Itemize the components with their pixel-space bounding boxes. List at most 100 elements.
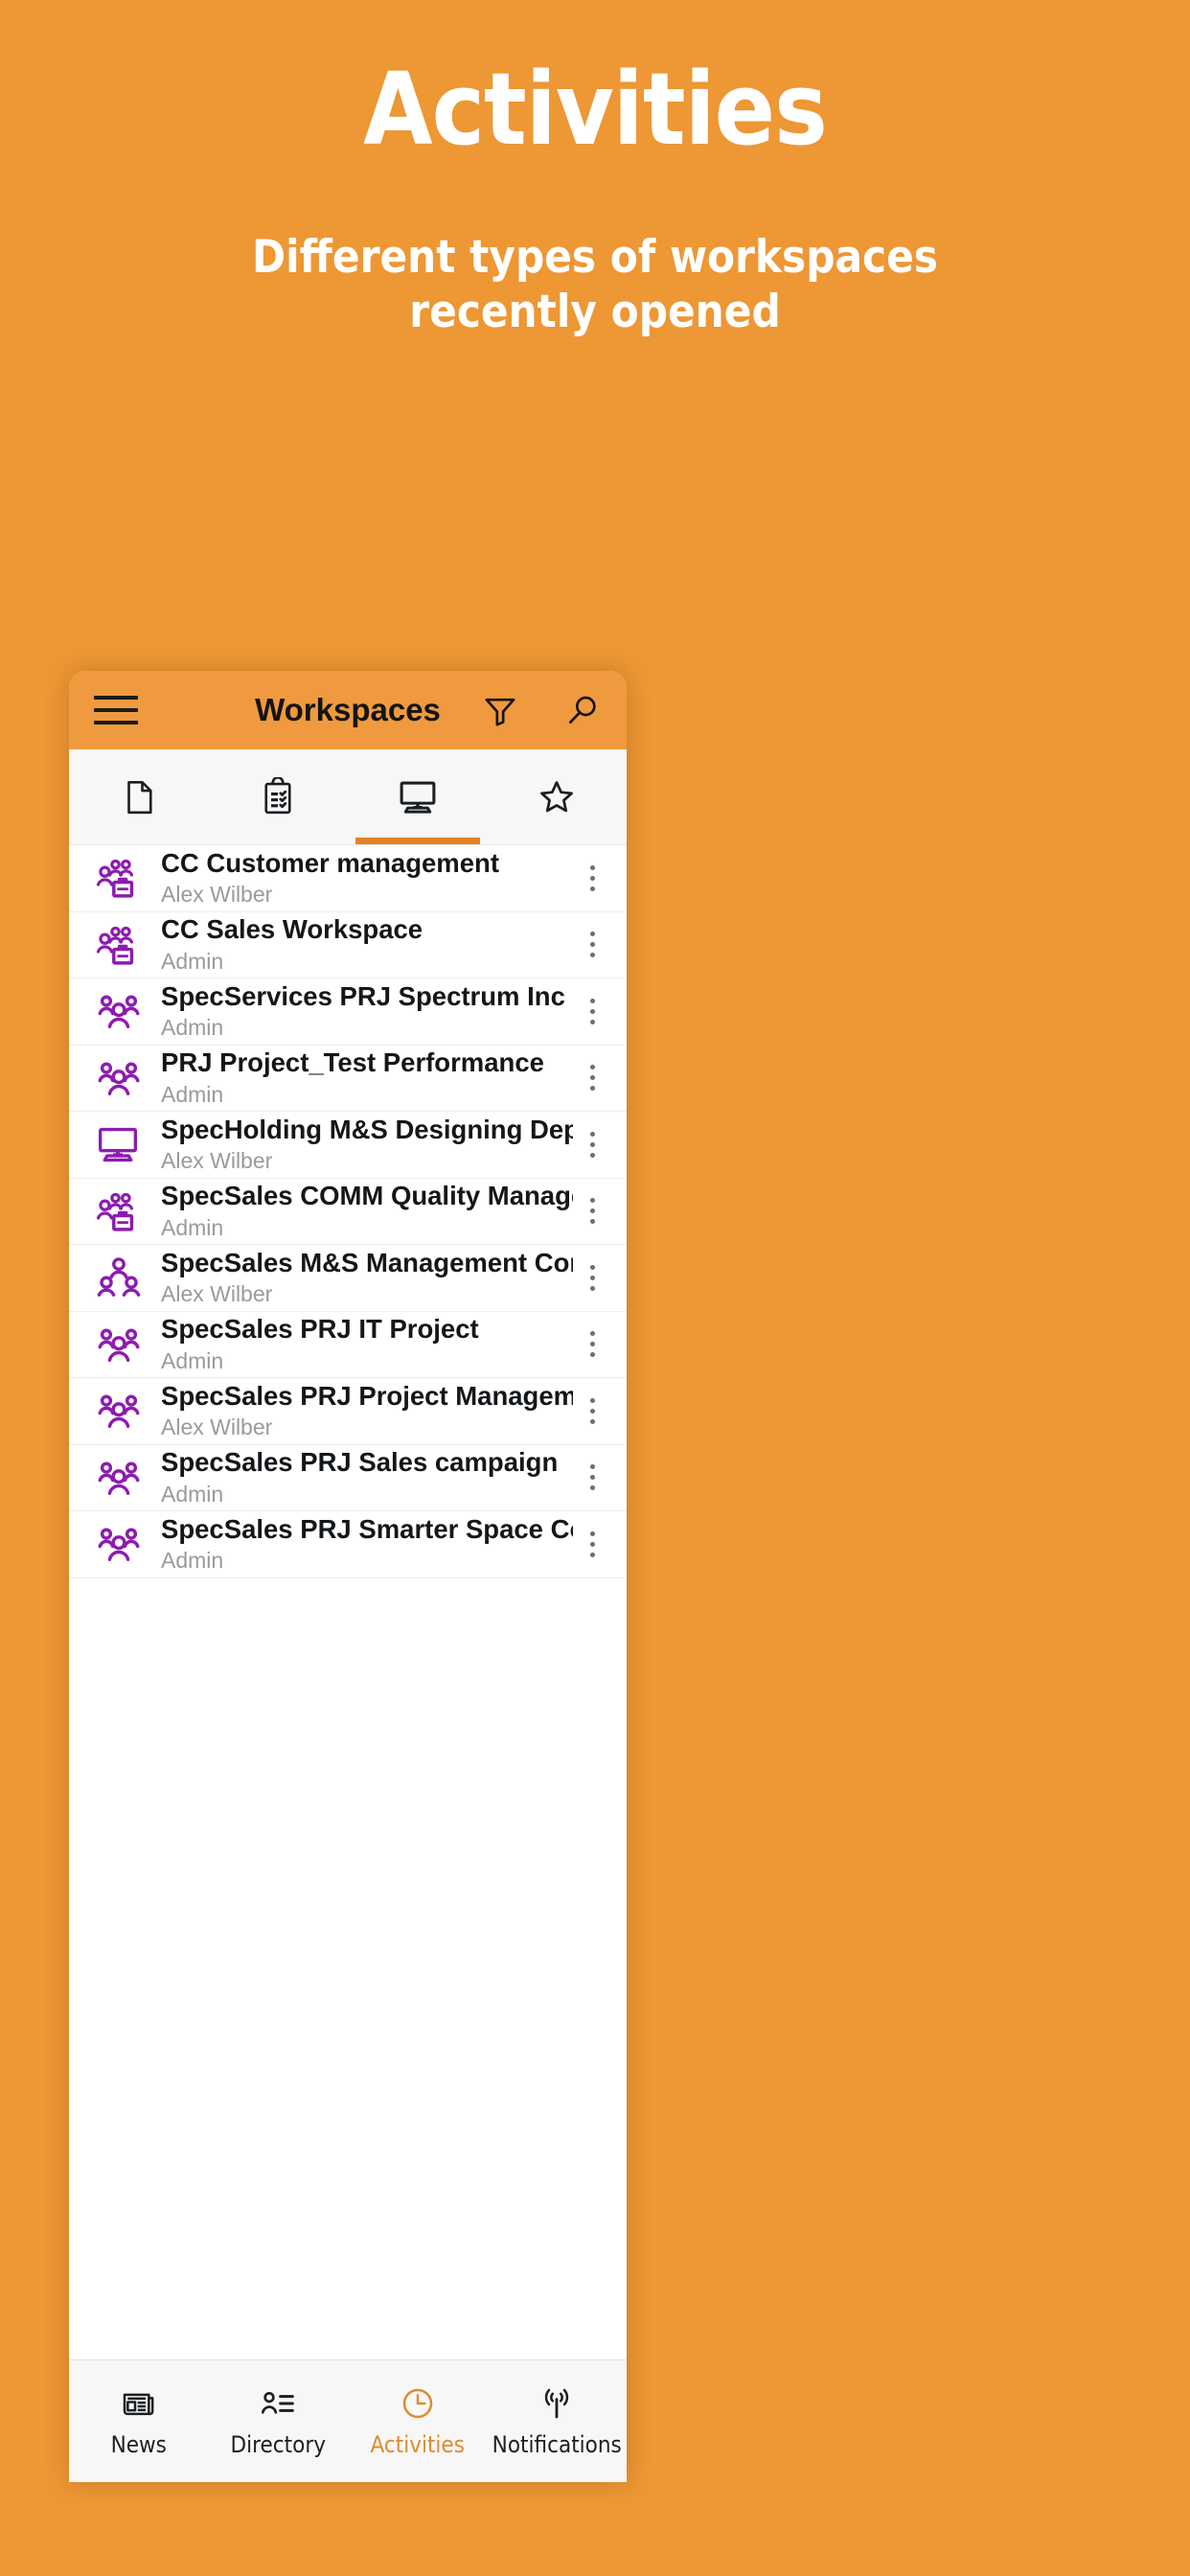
promo-subtitle: Different types of workspaces recently o… bbox=[0, 230, 1190, 340]
nav-label-directory: Directory bbox=[230, 2431, 326, 2458]
more-vertical-icon[interactable] bbox=[573, 998, 606, 1024]
hamburger-icon[interactable] bbox=[94, 696, 138, 724]
document-icon bbox=[126, 780, 152, 814]
list-item-title: SpecSales PRJ Smarter Space Co bbox=[161, 1513, 573, 1544]
list-item[interactable]: SpecSales PRJ Smarter Space Co Admin bbox=[69, 1511, 627, 1578]
group-icon bbox=[94, 1320, 157, 1369]
star-icon bbox=[540, 780, 574, 812]
more-vertical-icon[interactable] bbox=[573, 1065, 606, 1092]
group-triangle-icon bbox=[94, 1253, 157, 1302]
list-item[interactable]: SpecSales PRJ IT Project Admin bbox=[69, 1312, 627, 1378]
more-vertical-icon[interactable] bbox=[573, 864, 606, 891]
list-item-text: SpecSales PRJ Smarter Space Co Admin bbox=[157, 1514, 573, 1575]
more-vertical-icon[interactable] bbox=[573, 1264, 606, 1291]
list-item-title: SpecSales PRJ Sales campaign bbox=[161, 1447, 559, 1478]
bottom-navigation: News Directory Activities Notifications bbox=[69, 2359, 627, 2482]
tab-documents[interactable] bbox=[69, 749, 209, 844]
search-icon[interactable] bbox=[563, 691, 602, 729]
list-item-title: SpecSales COMM Quality Management bbox=[161, 1181, 573, 1211]
list-item[interactable]: SpecSales PRJ Project Management Alex Wi… bbox=[69, 1378, 627, 1445]
list-item[interactable]: SpecHolding M&S Designing Deparment Alex… bbox=[69, 1112, 627, 1179]
more-vertical-icon[interactable] bbox=[573, 1464, 606, 1491]
app-bar-actions bbox=[481, 691, 602, 729]
list-item-title: PRJ Project_Test Performance bbox=[161, 1047, 544, 1078]
group-icon bbox=[94, 986, 157, 1036]
promo-subtitle-line2: recently opened bbox=[409, 286, 781, 339]
list-item-title: SpecSales PRJ Project Management bbox=[161, 1380, 573, 1411]
nav-item-news[interactable]: News bbox=[69, 2360, 209, 2482]
app-bar: Workspaces bbox=[69, 671, 627, 749]
newspaper-icon bbox=[123, 2393, 154, 2416]
list-item[interactable]: SpecSales PRJ Sales campaign Admin bbox=[69, 1445, 627, 1511]
list-item-subtitle: Admin bbox=[161, 1015, 224, 1041]
broadcast-icon bbox=[545, 2388, 569, 2419]
list-item[interactable]: CC Sales Workspace Admin bbox=[69, 912, 627, 978]
group-briefcase-icon bbox=[94, 853, 157, 903]
clock-icon bbox=[402, 2388, 432, 2419]
group-icon bbox=[94, 1519, 157, 1569]
tab-workspaces[interactable] bbox=[348, 749, 488, 844]
list-item-title: SpecSales PRJ IT Project bbox=[161, 1314, 479, 1345]
more-vertical-icon[interactable] bbox=[573, 1131, 606, 1158]
person-list-icon bbox=[262, 2391, 295, 2414]
group-briefcase-icon bbox=[94, 1186, 157, 1236]
nav-label-notifications: Notifications bbox=[492, 2431, 622, 2458]
list-item-subtitle: Alex Wilber bbox=[161, 1148, 273, 1174]
more-vertical-icon[interactable] bbox=[573, 932, 606, 958]
tab-tasks[interactable] bbox=[209, 749, 349, 844]
list-item-text: SpecSales M&S Management Committee Alex … bbox=[157, 1248, 573, 1308]
list-item-subtitle: Admin bbox=[161, 1081, 224, 1107]
list-item-title: SpecServices PRJ Spectrum Inc project bbox=[161, 980, 573, 1011]
list-item[interactable]: PRJ Project_Test Performance Admin bbox=[69, 1046, 627, 1112]
list-item[interactable]: SpecServices PRJ Spectrum Inc project Ad… bbox=[69, 978, 627, 1046]
more-vertical-icon[interactable] bbox=[573, 1331, 606, 1358]
clipboard-checklist-icon bbox=[264, 776, 291, 814]
group-icon bbox=[94, 1453, 157, 1503]
nav-item-directory[interactable]: Directory bbox=[209, 2360, 349, 2482]
filter-icon[interactable] bbox=[481, 691, 519, 729]
list-item-title: SpecSales M&S Management Committee bbox=[161, 1247, 573, 1277]
list-item-subtitle: Alex Wilber bbox=[161, 1414, 273, 1440]
nav-item-notifications[interactable]: Notifications bbox=[488, 2360, 628, 2482]
list-item-text: SpecSales PRJ IT Project Admin bbox=[157, 1314, 573, 1374]
more-vertical-icon[interactable] bbox=[573, 1530, 606, 1557]
list-item[interactable]: SpecSales M&S Management Committee Alex … bbox=[69, 1245, 627, 1312]
list-item-subtitle: Admin bbox=[161, 1214, 224, 1240]
promo-subtitle-line1: Different types of workspaces bbox=[252, 231, 938, 284]
tab-bar bbox=[69, 749, 627, 845]
list-item-text: SpecSales PRJ Project Management Alex Wi… bbox=[157, 1381, 573, 1441]
list-item-subtitle: Admin bbox=[161, 948, 224, 974]
list-item-subtitle: Admin bbox=[161, 1347, 224, 1373]
list-item-text: SpecHolding M&S Designing Deparment Alex… bbox=[157, 1115, 573, 1175]
nav-label-activities: Activities bbox=[370, 2431, 465, 2458]
list-item[interactable]: CC Customer management Alex Wilber bbox=[69, 845, 627, 912]
list-item-text: CC Customer management Alex Wilber bbox=[157, 848, 573, 908]
list-item-subtitle: Alex Wilber bbox=[161, 882, 273, 908]
list-item-text: SpecServices PRJ Spectrum Inc project Ad… bbox=[157, 981, 573, 1042]
list-item-title: CC Sales Workspace bbox=[161, 914, 423, 945]
list-item-text: SpecSales COMM Quality Management Admin bbox=[157, 1181, 573, 1241]
nav-item-activities[interactable]: Activities bbox=[348, 2360, 488, 2482]
group-icon bbox=[94, 1053, 157, 1103]
monitor-icon bbox=[94, 1120, 157, 1168]
monitor-icon bbox=[400, 781, 436, 814]
list-item-title: SpecHolding M&S Designing Deparment bbox=[161, 1114, 573, 1144]
tab-favorites[interactable] bbox=[488, 749, 628, 844]
more-vertical-icon[interactable] bbox=[573, 1198, 606, 1225]
list-item-text: SpecSales PRJ Sales campaign Admin bbox=[157, 1447, 573, 1507]
list-item-subtitle: Admin bbox=[161, 1548, 224, 1574]
list-item-subtitle: Alex Wilber bbox=[161, 1281, 273, 1307]
more-vertical-icon[interactable] bbox=[573, 1397, 606, 1424]
page-title: Activities bbox=[363, 51, 828, 168]
nav-label-news: News bbox=[110, 2431, 167, 2458]
list-item-text: CC Sales Workspace Admin bbox=[157, 914, 573, 975]
list-item-title: CC Customer management bbox=[161, 847, 499, 878]
group-briefcase-icon bbox=[94, 920, 157, 970]
workspace-list: CC Customer management Alex Wilber CC Sa… bbox=[69, 845, 627, 2359]
list-item[interactable]: SpecSales COMM Quality Management Admin bbox=[69, 1179, 627, 1245]
promo-header: Activities Different types of workspaces… bbox=[0, 0, 1190, 340]
list-item-subtitle: Admin bbox=[161, 1481, 224, 1506]
phone-mockup: Workspaces CC Customer management Alex W… bbox=[69, 671, 627, 2482]
group-icon bbox=[94, 1386, 157, 1436]
list-item-text: PRJ Project_Test Performance Admin bbox=[157, 1047, 573, 1108]
